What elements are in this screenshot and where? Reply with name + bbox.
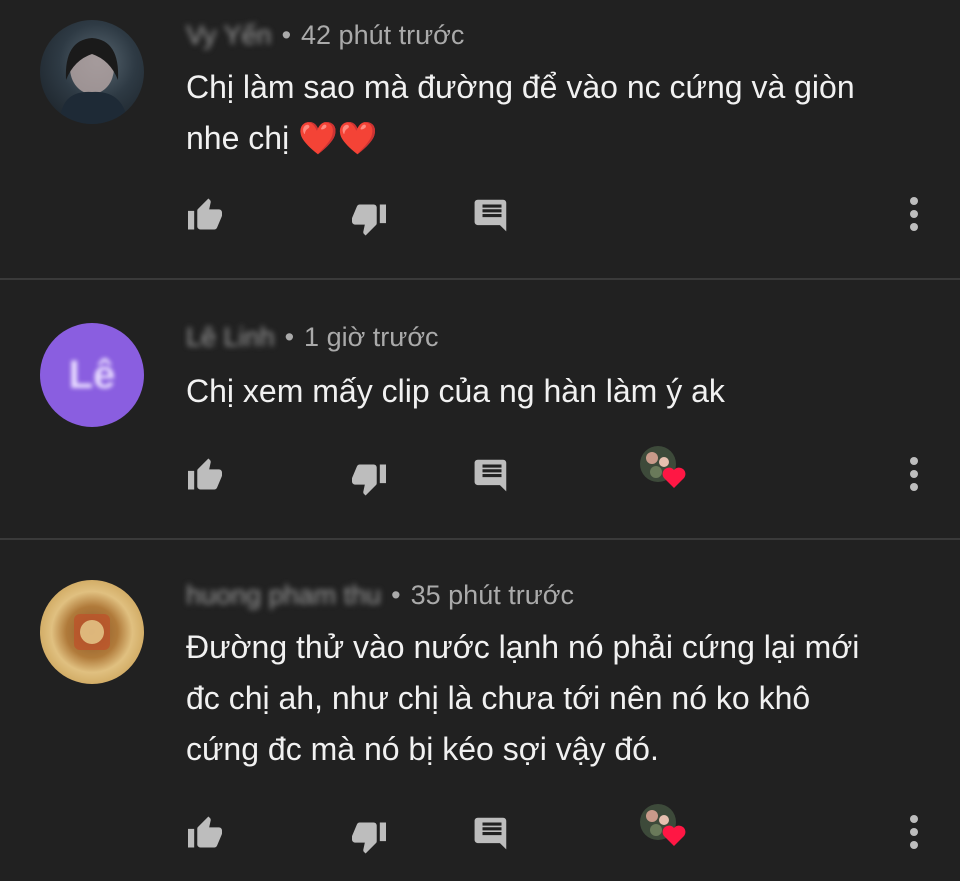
author-name[interactable]: Lê Linh (186, 322, 275, 353)
thumbs-down-icon (352, 822, 386, 854)
like-button[interactable] (183, 192, 227, 236)
thumbs-down-icon (352, 464, 386, 496)
more-options-button[interactable] (892, 192, 936, 236)
meta-separator: • (391, 580, 401, 610)
dislike-button[interactable] (347, 816, 391, 860)
comment-time: 42 phút trước (301, 20, 465, 50)
dislike-button[interactable] (347, 198, 391, 242)
avatar[interactable]: Lê (40, 323, 144, 427)
creator-heart-badge (638, 802, 688, 848)
dislike-button[interactable] (347, 458, 391, 502)
reply-button[interactable] (470, 810, 514, 854)
more-vertical-icon (910, 197, 918, 231)
comment-reply-icon (474, 817, 507, 850)
reply-button[interactable] (470, 192, 514, 236)
comment-item: Lê Lê Linh • 1 giờ trước Chị xem mấy cli… (0, 280, 960, 538)
thumbs-down-icon (352, 204, 386, 236)
comment-line: cứng đc mà nó bị kéo sợi vậy đó. (186, 731, 659, 767)
more-vertical-icon (910, 815, 918, 849)
meta-separator: • (281, 20, 292, 50)
comment-actions (0, 192, 960, 240)
avatar-initials: Lê (68, 352, 116, 397)
user-photo-icon (60, 38, 128, 124)
creator-heart-icon (640, 446, 686, 488)
comment-reply-icon (474, 199, 507, 232)
avatar[interactable] (40, 580, 144, 684)
creator-heart-icon (640, 804, 686, 846)
comment-line: Đường thử vào nước lạnh nó phải cứng lại… (186, 629, 860, 665)
comment-line: Chị làm sao mà đường để vào nc cứng và g… (186, 69, 855, 105)
user-photo-icon (74, 614, 110, 650)
comment-text: Đường thử vào nước lạnh nó phải cứng lại… (186, 622, 936, 775)
creator-heart-badge (638, 444, 688, 490)
meta-separator: • (284, 322, 295, 352)
comment-item: huong pham thu • 35 phút trước Đường thử… (0, 540, 960, 881)
thumbs-up-icon (188, 458, 222, 490)
comment-reply-icon (474, 459, 507, 492)
author-name[interactable]: huong pham thu (186, 580, 381, 611)
comment-text: Chị xem mấy clip của ng hàn làm ý ak (186, 366, 936, 417)
comment-line: đc chị ah, như chị là chưa tới nên nó ko… (186, 680, 811, 716)
comment-actions (0, 446, 960, 502)
thumbs-up-icon (188, 198, 222, 230)
comment-time: 35 phút trước (410, 580, 574, 610)
reply-button[interactable] (470, 452, 514, 496)
comment-time: 1 giờ trước (304, 322, 439, 352)
like-button[interactable] (183, 452, 227, 496)
comment-text: Chị làm sao mà đường để vào nc cứng và g… (186, 62, 936, 164)
thumbs-up-icon (188, 816, 222, 848)
author-name[interactable]: Vy Yến (186, 20, 272, 51)
comment-line: Chị xem mấy clip của ng hàn làm ý ak (186, 373, 725, 409)
like-button[interactable] (183, 810, 227, 854)
more-options-button[interactable] (892, 452, 936, 496)
comment-actions (0, 804, 960, 860)
avatar[interactable] (40, 20, 144, 124)
more-options-button[interactable] (892, 810, 936, 854)
comment-line: nhe chị ❤️❤️ (186, 120, 378, 156)
comment-item: Vy Yến • 42 phút trước Chị làm sao mà đư… (0, 0, 960, 278)
more-vertical-icon (910, 457, 918, 491)
